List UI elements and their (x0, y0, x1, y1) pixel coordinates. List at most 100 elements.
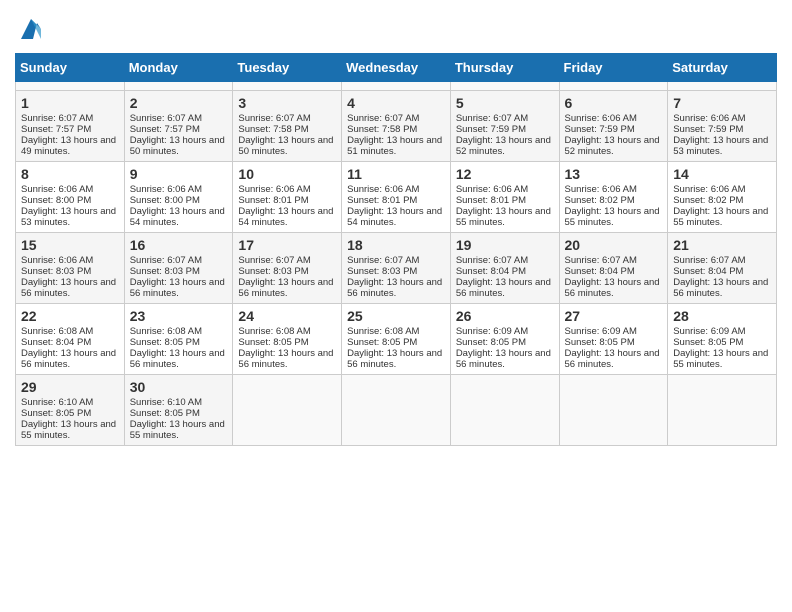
logo (15, 15, 45, 43)
calendar-cell: 27Sunrise: 6:09 AMSunset: 8:05 PMDayligh… (559, 304, 668, 375)
day-number: 2 (130, 95, 228, 111)
calendar-cell: 2 Sunrise: 6:07 AMSunset: 7:57 PMDaylight… (124, 91, 233, 162)
week-row-3: 15Sunrise: 6:06 AMSunset: 8:03 PMDayligh… (16, 233, 777, 304)
calendar-cell: 19 Sunrise: 6:07 AMSunset: 8:04 PMDayligh… (450, 233, 559, 304)
day-number: 13 (565, 166, 663, 182)
calendar-cell: 9Sunrise: 6:06 AMSunset: 8:00 PMDaylight… (124, 162, 233, 233)
daylight-text: Daylight: 13 hours and 56 minutes. (21, 277, 119, 299)
sunrise-text: Sunrise: 6:07 AM (238, 113, 336, 124)
sunrise-text: Sunrise: 6:06 AM (21, 184, 119, 195)
day-number: 14 (673, 166, 771, 182)
calendar-cell (559, 82, 668, 91)
day-number: 18 (347, 237, 445, 253)
daylight-text: Daylight: 13 hours and 50 minutes. (238, 135, 336, 157)
sunrise-text: Sunrise: 6:06 AM (565, 113, 663, 124)
day-number: 25 (347, 308, 445, 324)
calendar-cell (233, 375, 342, 446)
sunset-text: Sunset: 8:05 PM (130, 408, 228, 419)
calendar-cell: 22Sunrise: 6:08 AMSunset: 8:04 PMDayligh… (16, 304, 125, 375)
daylight-text: Daylight: 13 hours and 56 minutes. (130, 277, 228, 299)
calendar-cell: 24Sunrise: 6:08 AMSunset: 8:05 PMDayligh… (233, 304, 342, 375)
daylight-text: Daylight: 13 hours and 56 minutes. (130, 348, 228, 370)
sunset-text: Sunset: 8:01 PM (347, 195, 445, 206)
day-number: 8 (21, 166, 119, 182)
sunset-text: Sunset: 8:02 PM (673, 195, 771, 206)
day-number: 7 (673, 95, 771, 111)
day-number: 12 (456, 166, 554, 182)
daylight-text: Daylight: 13 hours and 55 minutes. (456, 206, 554, 228)
sunrise-text: Sunrise: 6:06 AM (21, 255, 119, 266)
calendar-cell: 15 Sunrise: 6:06 AMSunset: 8:03 PMDayligh… (16, 233, 125, 304)
day-number: 29 (21, 379, 119, 395)
day-number: 11 (347, 166, 445, 182)
sunset-text: Sunset: 8:03 PM (347, 266, 445, 277)
daylight-text: Daylight: 13 hours and 56 minutes. (456, 348, 554, 370)
calendar-cell: 25Sunrise: 6:08 AMSunset: 8:05 PMDayligh… (342, 304, 451, 375)
calendar-body: 1Sunrise: 6:07 AMSunset: 7:57 PMDaylight… (16, 82, 777, 446)
sunrise-text: Sunrise: 6:06 AM (347, 184, 445, 195)
day-number: 24 (238, 308, 336, 324)
sunset-text: Sunset: 8:00 PM (130, 195, 228, 206)
daylight-text: Daylight: 13 hours and 56 minutes. (456, 277, 554, 299)
sunrise-text: Sunrise: 6:07 AM (238, 255, 336, 266)
day-number: 19 (456, 237, 554, 253)
day-number: 6 (565, 95, 663, 111)
calendar-cell (342, 82, 451, 91)
sunset-text: Sunset: 8:04 PM (456, 266, 554, 277)
sunset-text: Sunset: 8:05 PM (130, 337, 228, 348)
calendar-cell: 14Sunrise: 6:06 AMSunset: 8:02 PMDayligh… (668, 162, 777, 233)
day-number: 10 (238, 166, 336, 182)
day-number: 1 (21, 95, 119, 111)
sunrise-text: Sunrise: 6:06 AM (673, 113, 771, 124)
daylight-text: Daylight: 13 hours and 54 minutes. (347, 206, 445, 228)
sunset-text: Sunset: 8:01 PM (238, 195, 336, 206)
sunset-text: Sunset: 7:57 PM (130, 124, 228, 135)
sunrise-text: Sunrise: 6:07 AM (130, 255, 228, 266)
calendar-cell: 5Sunrise: 6:07 AMSunset: 7:59 PMDaylight… (450, 91, 559, 162)
sunrise-text: Sunrise: 6:07 AM (21, 113, 119, 124)
sunrise-text: Sunrise: 6:07 AM (130, 113, 228, 124)
calendar-cell (450, 375, 559, 446)
day-number: 27 (565, 308, 663, 324)
daylight-text: Daylight: 13 hours and 56 minutes. (673, 277, 771, 299)
sunset-text: Sunset: 8:04 PM (21, 337, 119, 348)
calendar-cell: 30Sunrise: 6:10 AMSunset: 8:05 PMDayligh… (124, 375, 233, 446)
sunrise-text: Sunrise: 6:07 AM (456, 113, 554, 124)
calendar-cell (342, 375, 451, 446)
week-row-0 (16, 82, 777, 91)
day-number: 28 (673, 308, 771, 324)
week-row-2: 8 Sunrise: 6:06 AM Sunset: 8:00 PM Daylight… (16, 162, 777, 233)
calendar-cell (668, 82, 777, 91)
day-number: 30 (130, 379, 228, 395)
daylight-text: Daylight: 13 hours and 56 minutes. (565, 348, 663, 370)
logo-icon (17, 15, 45, 43)
daylight-text: Daylight: 13 hours and 50 minutes. (130, 135, 228, 157)
calendar-cell (124, 82, 233, 91)
calendar-cell: 21Sunrise: 6:07 AMSunset: 8:04 PMDayligh… (668, 233, 777, 304)
sunset-text: Sunset: 8:01 PM (456, 195, 554, 206)
daylight-text: Daylight: 13 hours and 56 minutes. (347, 277, 445, 299)
sunset-text: Sunset: 7:59 PM (456, 124, 554, 135)
day-number: 4 (347, 95, 445, 111)
sunset-text: Sunset: 8:03 PM (21, 266, 119, 277)
sunrise-text: Sunrise: 6:08 AM (238, 326, 336, 337)
sunrise-text: Sunrise: 6:06 AM (673, 184, 771, 195)
page-header (15, 15, 777, 43)
sunset-text: Sunset: 8:02 PM (565, 195, 663, 206)
daylight-text: Daylight: 13 hours and 56 minutes. (565, 277, 663, 299)
calendar-cell: 12 Sunrise: 6:06 AMSunset: 8:01 PMDayligh… (450, 162, 559, 233)
sunrise-text: Sunrise: 6:07 AM (456, 255, 554, 266)
sunset-text: Sunset: 7:58 PM (238, 124, 336, 135)
calendar-cell: 26Sunrise: 6:09 AMSunset: 8:05 PMDayligh… (450, 304, 559, 375)
sunrise-text: Sunrise: 6:08 AM (21, 326, 119, 337)
calendar-cell: 18Sunrise: 6:07 AMSunset: 8:03 PMDayligh… (342, 233, 451, 304)
sunrise-text: Sunrise: 6:06 AM (456, 184, 554, 195)
calendar-cell (233, 82, 342, 91)
sunrise-text: Sunrise: 6:09 AM (456, 326, 554, 337)
sunrise-text: Sunrise: 6:09 AM (565, 326, 663, 337)
daylight-text: Daylight: 13 hours and 56 minutes. (347, 348, 445, 370)
day-number: 9 (130, 166, 228, 182)
day-number: 15 (21, 237, 119, 253)
daylight-text: Daylight: 13 hours and 49 minutes. (21, 135, 119, 157)
daylight-text: Daylight: 13 hours and 54 minutes. (238, 206, 336, 228)
